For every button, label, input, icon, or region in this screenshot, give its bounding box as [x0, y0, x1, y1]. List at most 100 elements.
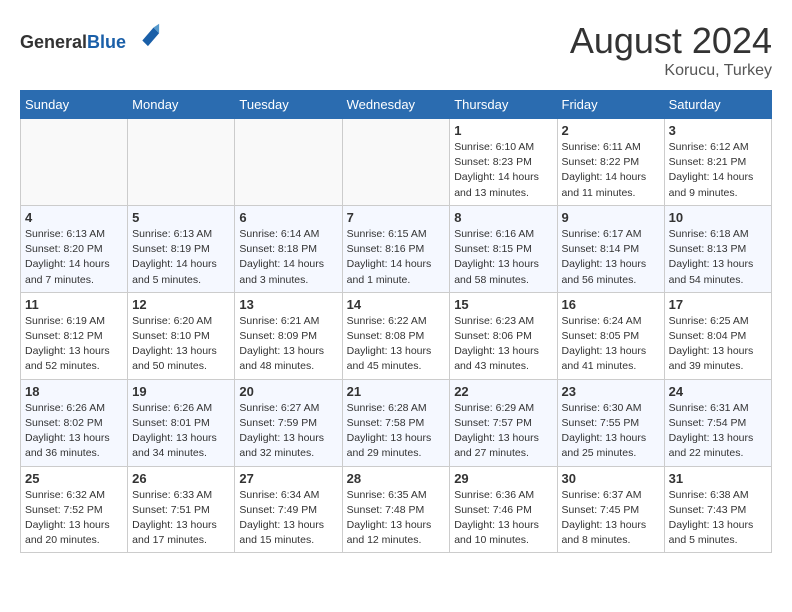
day-info: Sunrise: 6:19 AM Sunset: 8:12 PM Dayligh… [25, 314, 123, 375]
day-number: 27 [239, 471, 337, 486]
day-info: Sunrise: 6:38 AM Sunset: 7:43 PM Dayligh… [669, 488, 767, 549]
day-info: Sunrise: 6:13 AM Sunset: 8:19 PM Dayligh… [132, 227, 230, 288]
calendar-cell [235, 119, 342, 206]
calendar-cell: 4Sunrise: 6:13 AM Sunset: 8:20 PM Daylig… [21, 205, 128, 292]
day-info: Sunrise: 6:26 AM Sunset: 8:01 PM Dayligh… [132, 401, 230, 462]
calendar-cell: 2 Sunrise: 6:11 AM Sunset: 8:22 PM Daylig… [557, 119, 664, 206]
day-number: 1 [454, 123, 552, 138]
day-info: Sunrise: 6:18 AM Sunset: 8:13 PM Dayligh… [669, 227, 767, 288]
day-number: 5 [132, 210, 230, 225]
day-number: 2 [562, 123, 660, 138]
day-info: Sunrise: 6:36 AM Sunset: 7:46 PM Dayligh… [454, 488, 552, 549]
day-number: 12 [132, 297, 230, 312]
calendar-cell [128, 119, 235, 206]
calendar-cell: 16 Sunrise: 6:24 AM Sunset: 8:05 PM Dayli… [557, 292, 664, 379]
day-info: Sunrise: 6:27 AM Sunset: 7:59 PM Dayligh… [239, 401, 337, 462]
day-number: 30 [562, 471, 660, 486]
day-info: Sunrise: 6:26 AM Sunset: 8:02 PM Dayligh… [25, 401, 123, 462]
calendar-week-row: 25 Sunrise: 6:32 AM Sunset: 7:52 PM Dayli… [21, 466, 772, 553]
calendar-cell: 13 Sunrise: 6:21 AM Sunset: 8:09 PM Dayli… [235, 292, 342, 379]
calendar-cell: 17Sunrise: 6:25 AM Sunset: 8:04 PM Dayli… [664, 292, 771, 379]
day-number: 22 [454, 384, 552, 399]
weekday-header: Wednesday [342, 91, 450, 119]
title-block: August 2024 Korucu, Turkey [570, 20, 772, 80]
calendar-cell: 31 Sunrise: 6:38 AM Sunset: 7:43 PM Dayli… [664, 466, 771, 553]
day-number: 15 [454, 297, 552, 312]
day-info: Sunrise: 6:16 AM Sunset: 8:15 PM Dayligh… [454, 227, 552, 288]
calendar-cell: 22 Sunrise: 6:29 AM Sunset: 7:57 PM Dayli… [450, 379, 557, 466]
day-info: Sunrise: 6:14 AM Sunset: 8:18 PM Dayligh… [239, 227, 337, 288]
calendar-cell: 19Sunrise: 6:26 AM Sunset: 8:01 PM Dayli… [128, 379, 235, 466]
calendar-cell: 26Sunrise: 6:33 AM Sunset: 7:51 PM Dayli… [128, 466, 235, 553]
logo: GeneralBlue [20, 20, 161, 53]
day-info: Sunrise: 6:34 AM Sunset: 7:49 PM Dayligh… [239, 488, 337, 549]
calendar-cell: 18 Sunrise: 6:26 AM Sunset: 8:02 PM Dayli… [21, 379, 128, 466]
day-info: Sunrise: 6:29 AM Sunset: 7:57 PM Dayligh… [454, 401, 552, 462]
day-number: 31 [669, 471, 767, 486]
weekday-header: Monday [128, 91, 235, 119]
day-info: Sunrise: 6:35 AM Sunset: 7:48 PM Dayligh… [347, 488, 446, 549]
day-number: 7 [347, 210, 446, 225]
day-info: Sunrise: 6:15 AM Sunset: 8:16 PM Dayligh… [347, 227, 446, 288]
day-number: 20 [239, 384, 337, 399]
logo-icon [133, 20, 161, 48]
day-number: 3 [669, 123, 767, 138]
calendar-cell: 30 Sunrise: 6:37 AM Sunset: 7:45 PM Dayli… [557, 466, 664, 553]
day-info: Sunrise: 6:37 AM Sunset: 7:45 PM Dayligh… [562, 488, 660, 549]
day-info: Sunrise: 6:24 AM Sunset: 8:05 PM Dayligh… [562, 314, 660, 375]
day-info: Sunrise: 6:11 AM Sunset: 8:22 PM Dayligh… [562, 140, 660, 201]
calendar-cell: 6 Sunrise: 6:14 AM Sunset: 8:18 PM Daylig… [235, 205, 342, 292]
day-info: Sunrise: 6:22 AM Sunset: 8:08 PM Dayligh… [347, 314, 446, 375]
calendar-cell: 14 Sunrise: 6:22 AM Sunset: 8:08 PM Dayli… [342, 292, 450, 379]
page-header: GeneralBlue August 2024 Korucu, Turkey [20, 20, 772, 80]
day-number: 21 [347, 384, 446, 399]
logo-general: General [20, 32, 87, 52]
day-info: Sunrise: 6:28 AM Sunset: 7:58 PM Dayligh… [347, 401, 446, 462]
day-info: Sunrise: 6:21 AM Sunset: 8:09 PM Dayligh… [239, 314, 337, 375]
calendar-cell: 23 Sunrise: 6:30 AM Sunset: 7:55 PM Dayli… [557, 379, 664, 466]
day-number: 6 [239, 210, 337, 225]
weekday-header: Sunday [21, 91, 128, 119]
day-number: 16 [562, 297, 660, 312]
calendar-week-row: 1 Sunrise: 6:10 AM Sunset: 8:23 PM Daylig… [21, 119, 772, 206]
day-info: Sunrise: 6:12 AM Sunset: 8:21 PM Dayligh… [669, 140, 767, 201]
day-number: 9 [562, 210, 660, 225]
day-number: 14 [347, 297, 446, 312]
day-info: Sunrise: 6:13 AM Sunset: 8:20 PM Dayligh… [25, 227, 123, 288]
calendar-cell: 1 Sunrise: 6:10 AM Sunset: 8:23 PM Daylig… [450, 119, 557, 206]
calendar-cell: 9 Sunrise: 6:17 AM Sunset: 8:14 PM Daylig… [557, 205, 664, 292]
day-info: Sunrise: 6:23 AM Sunset: 8:06 PM Dayligh… [454, 314, 552, 375]
day-info: Sunrise: 6:30 AM Sunset: 7:55 PM Dayligh… [562, 401, 660, 462]
calendar-cell [21, 119, 128, 206]
weekday-header: Thursday [450, 91, 557, 119]
calendar-cell: 28Sunrise: 6:35 AM Sunset: 7:48 PM Dayli… [342, 466, 450, 553]
logo-blue: Blue [87, 32, 126, 52]
day-number: 13 [239, 297, 337, 312]
calendar-cell: 24Sunrise: 6:31 AM Sunset: 7:54 PM Dayli… [664, 379, 771, 466]
day-info: Sunrise: 6:17 AM Sunset: 8:14 PM Dayligh… [562, 227, 660, 288]
day-number: 23 [562, 384, 660, 399]
day-info: Sunrise: 6:20 AM Sunset: 8:10 PM Dayligh… [132, 314, 230, 375]
calendar-cell: 15 Sunrise: 6:23 AM Sunset: 8:06 PM Dayli… [450, 292, 557, 379]
day-number: 18 [25, 384, 123, 399]
location: Korucu, Turkey [570, 62, 772, 80]
weekday-header: Friday [557, 91, 664, 119]
calendar-cell: 11Sunrise: 6:19 AM Sunset: 8:12 PM Dayli… [21, 292, 128, 379]
calendar-cell: 25 Sunrise: 6:32 AM Sunset: 7:52 PM Dayli… [21, 466, 128, 553]
day-number: 8 [454, 210, 552, 225]
calendar-cell: 5 Sunrise: 6:13 AM Sunset: 8:19 PM Daylig… [128, 205, 235, 292]
calendar-cell: 7 Sunrise: 6:15 AM Sunset: 8:16 PM Daylig… [342, 205, 450, 292]
weekday-header: Saturday [664, 91, 771, 119]
day-info: Sunrise: 6:25 AM Sunset: 8:04 PM Dayligh… [669, 314, 767, 375]
calendar-cell: 27 Sunrise: 6:34 AM Sunset: 7:49 PM Dayli… [235, 466, 342, 553]
calendar-header-row: SundayMondayTuesdayWednesdayThursdayFrid… [21, 91, 772, 119]
day-number: 25 [25, 471, 123, 486]
day-info: Sunrise: 6:10 AM Sunset: 8:23 PM Dayligh… [454, 140, 552, 201]
calendar-cell: 29Sunrise: 6:36 AM Sunset: 7:46 PM Dayli… [450, 466, 557, 553]
weekday-header: Tuesday [235, 91, 342, 119]
day-number: 24 [669, 384, 767, 399]
day-info: Sunrise: 6:32 AM Sunset: 7:52 PM Dayligh… [25, 488, 123, 549]
logo-text: GeneralBlue [20, 20, 161, 53]
calendar: SundayMondayTuesdayWednesdayThursdayFrid… [20, 90, 772, 553]
calendar-cell: 10Sunrise: 6:18 AM Sunset: 8:13 PM Dayli… [664, 205, 771, 292]
